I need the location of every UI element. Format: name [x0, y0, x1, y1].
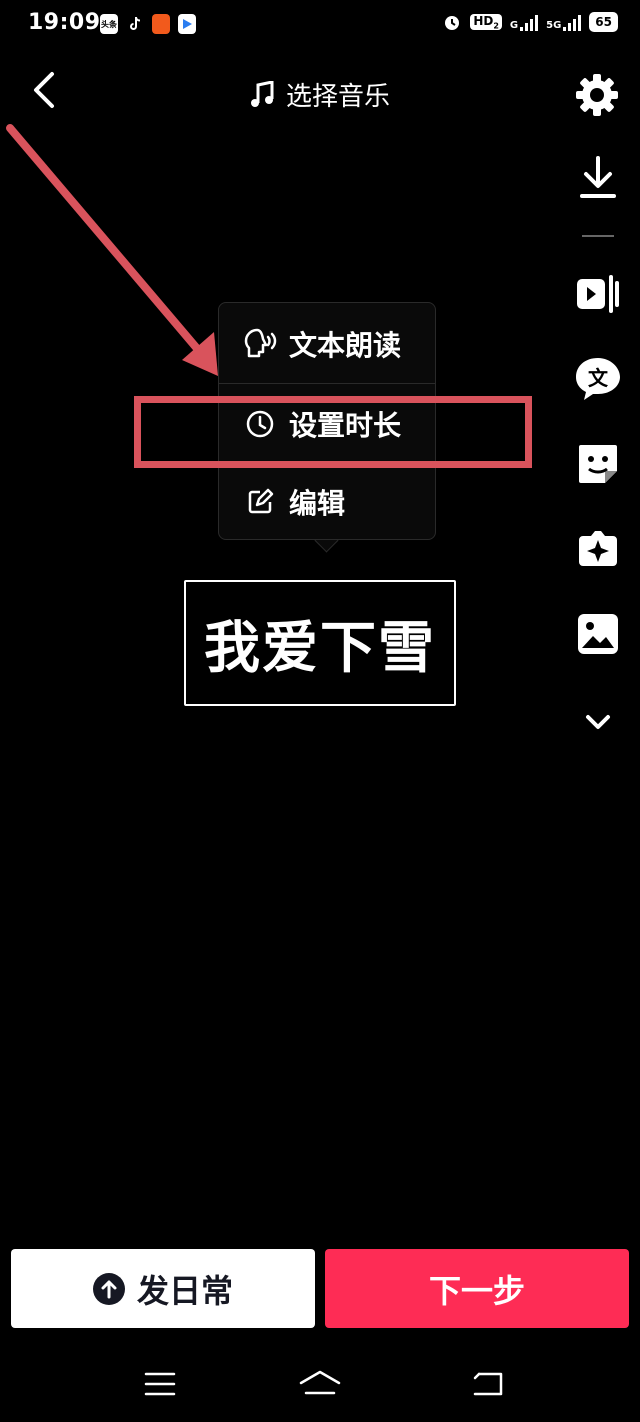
select-music-button[interactable]: 选择音乐 — [0, 76, 640, 113]
nav-menu-button[interactable] — [140, 1366, 180, 1402]
canvas-text: 我爱下雪 — [204, 614, 436, 681]
download-icon — [580, 156, 616, 198]
sticker-icon — [579, 445, 617, 483]
page-title: 选择音乐 — [285, 82, 390, 112]
nav-home-button[interactable] — [298, 1366, 342, 1402]
text-button[interactable]: 文 — [574, 355, 622, 403]
music-note-icon — [250, 80, 274, 107]
video-app-icon — [178, 14, 196, 34]
menu-item-edit[interactable]: 编辑 — [219, 463, 437, 541]
effect-button[interactable] — [574, 525, 622, 573]
next-step-button[interactable]: 下一步 — [325, 1249, 629, 1328]
nav-back-button[interactable] — [468, 1366, 508, 1402]
clip-button[interactable] — [574, 270, 622, 318]
battery-indicator: 65 — [589, 12, 618, 32]
home-icon — [299, 1370, 341, 1395]
text-icon: 文 — [576, 358, 620, 400]
annotation-highlight-box — [134, 396, 532, 468]
menu-icon — [144, 1372, 176, 1396]
menu-label: 编辑 — [289, 487, 346, 520]
back-nav-icon — [473, 1372, 503, 1396]
image-button[interactable] — [574, 610, 622, 658]
chevron-down-icon — [586, 715, 610, 729]
hd-indicator: HD2 — [470, 13, 502, 31]
gear-icon — [576, 74, 618, 116]
image-icon — [578, 614, 618, 654]
toolbar-divider — [582, 235, 614, 237]
menu-divider — [219, 383, 435, 384]
status-time: 19:09 — [28, 10, 101, 35]
signal-g: G — [510, 13, 539, 31]
canvas-text-box[interactable]: 我爱下雪 — [184, 580, 456, 706]
menu-label: 文本朗读 — [289, 329, 402, 362]
download-button[interactable] — [574, 154, 622, 202]
annotation-arrow — [6, 124, 218, 376]
edit-icon — [243, 485, 277, 519]
arrow-up-icon — [92, 1272, 125, 1305]
clip-icon — [577, 275, 619, 313]
settings-button[interactable] — [574, 72, 620, 118]
signal-5g: 5G — [546, 13, 582, 31]
menu-item-text-to-speech[interactable]: 文本朗读 — [219, 305, 437, 383]
next-step-label: 下一步 — [428, 1271, 525, 1310]
svg-text:文: 文 — [588, 366, 609, 390]
effect-icon — [579, 531, 617, 566]
toutiao-icon: 头条 — [100, 14, 118, 34]
post-daily-button[interactable]: 发日常 — [11, 1249, 315, 1328]
weibo-icon — [152, 14, 170, 34]
sticker-button[interactable] — [574, 440, 622, 488]
expand-tools-button[interactable] — [574, 698, 622, 746]
tiktok-icon — [126, 14, 144, 34]
voice-read-icon — [243, 327, 277, 361]
status-indicators: HD2 G 5G 65 — [442, 12, 618, 32]
post-daily-label: 发日常 — [136, 1271, 233, 1310]
alarm-icon — [445, 16, 460, 30]
